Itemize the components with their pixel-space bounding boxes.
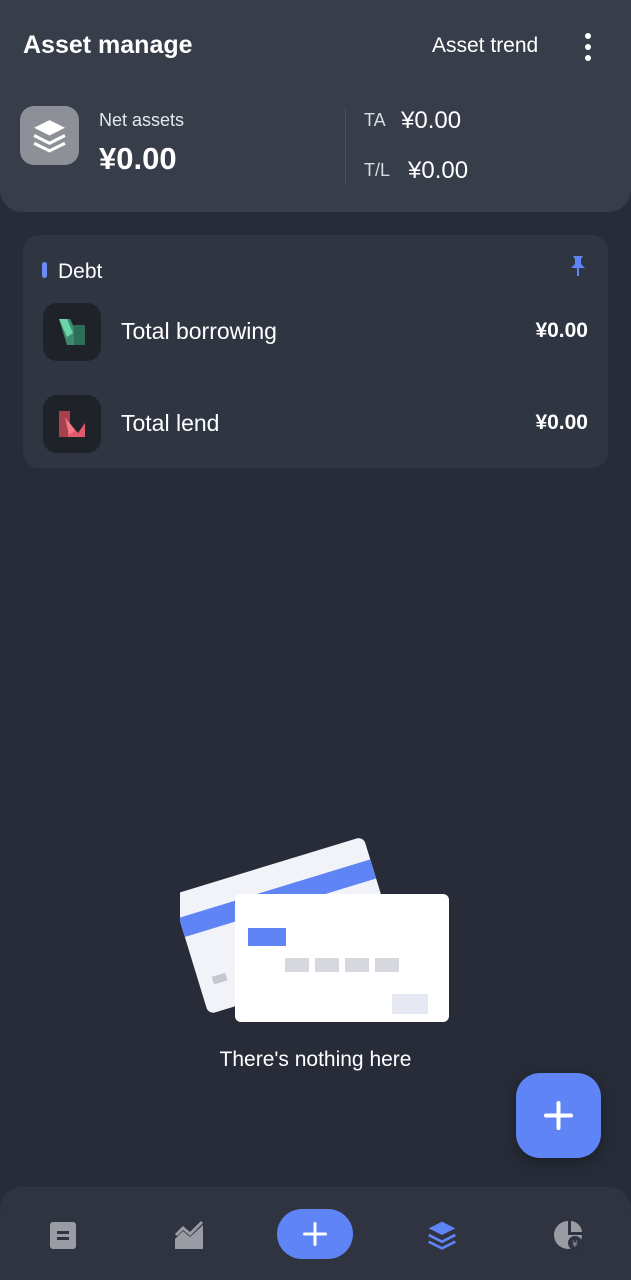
nav-budget[interactable]: ¥: [540, 1207, 596, 1263]
assets-icon: [428, 1221, 456, 1250]
plus-icon: [544, 1101, 573, 1130]
more-vertical-icon[interactable]: [574, 30, 602, 64]
debt-row-borrowing[interactable]: Total borrowing ¥0.00: [23, 297, 608, 367]
ledger-icon: [50, 1222, 76, 1249]
add-icon: [303, 1222, 327, 1246]
net-assets-value: ¥0.00: [99, 141, 177, 176]
borrow-icon: [43, 303, 101, 361]
debt-card: Debt Total borrowing ¥0.00 Total lend ¥0…: [23, 235, 608, 468]
budget-icon: ¥: [554, 1221, 582, 1250]
nav-trend[interactable]: [161, 1207, 217, 1263]
pin-icon[interactable]: [568, 255, 588, 277]
nav-add-button[interactable]: [277, 1209, 353, 1259]
nav-ledger[interactable]: [35, 1207, 91, 1263]
ta-value: ¥0.00: [401, 107, 462, 134]
bottom-nav: ¥: [0, 1187, 631, 1280]
section-accent: [42, 262, 47, 278]
asset-trend-link[interactable]: Asset trend: [432, 34, 538, 58]
lend-icon: [43, 395, 101, 453]
debt-section-title: Debt: [58, 260, 103, 283]
ta-label: TA: [364, 110, 386, 130]
net-assets-label: Net assets: [99, 110, 185, 130]
add-button[interactable]: [516, 1073, 601, 1158]
nav-assets[interactable]: [414, 1207, 470, 1263]
row-label: Total lend: [121, 410, 220, 436]
tl-value: ¥0.00: [408, 157, 469, 184]
divider: [345, 108, 346, 184]
header-card: Asset manage Asset trend Net assets ¥0.0…: [0, 0, 631, 212]
trend-icon: [174, 1220, 204, 1249]
page-title: Asset manage: [23, 31, 193, 59]
row-value: ¥0.00: [535, 411, 588, 434]
svg-text:¥: ¥: [572, 1240, 578, 1250]
row-value: ¥0.00: [535, 319, 588, 342]
tl-label: T/L: [364, 160, 391, 180]
row-label: Total borrowing: [121, 318, 277, 344]
debt-row-lend[interactable]: Total lend ¥0.00: [23, 389, 608, 459]
cards-illustration: [173, 822, 455, 1027]
layers-icon: [20, 106, 79, 165]
empty-state-message: There's nothing here: [219, 1048, 412, 1071]
